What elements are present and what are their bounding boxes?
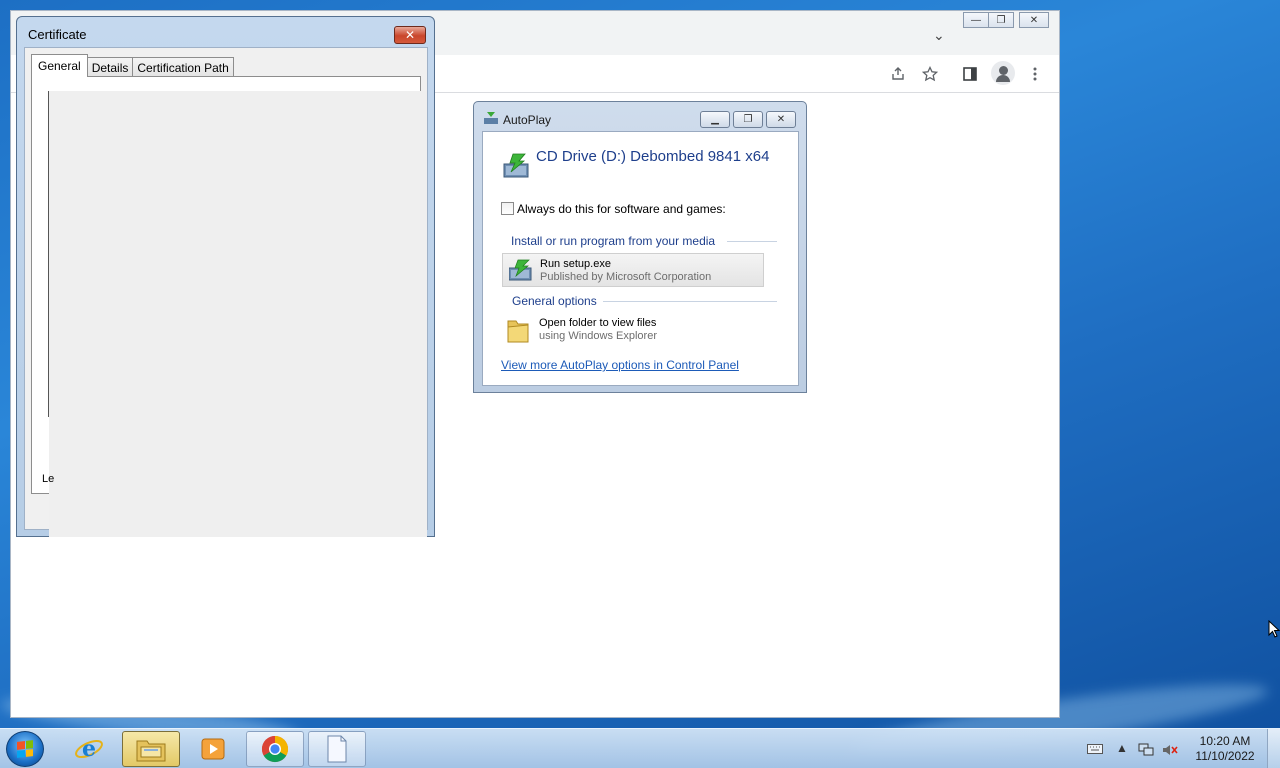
show-desktop-button[interactable] [1267, 729, 1280, 768]
run-setup-option[interactable]: Run setup.exe Published by Microsoft Cor… [502, 253, 764, 287]
run-setup-title: Run setup.exe [540, 258, 611, 270]
restore-icon: ❐ [996, 14, 1006, 26]
truncated-label: Le [42, 473, 55, 485]
section-divider [603, 301, 777, 302]
dialog-title: AutoPlay [503, 113, 552, 127]
autoplay-icon [484, 112, 498, 124]
tab-search-chevron-icon[interactable]: ⌄ [933, 27, 945, 44]
section-divider [727, 241, 777, 242]
always-do-this-label[interactable]: Always do this for software and games: [517, 202, 726, 216]
windows-logo-icon [17, 740, 33, 758]
open-folder-option[interactable]: Open folder to view files using Windows … [502, 313, 764, 347]
install-section-heading: Install or run program from your media [511, 234, 716, 248]
open-folder-subtitle: using Windows Explorer [539, 330, 657, 342]
maximize-icon: ❐ [743, 114, 753, 125]
tab-details[interactable]: Details [86, 57, 134, 77]
minimize-button[interactable]: — [963, 12, 989, 28]
tab-bar: General Details Certification Path [31, 54, 234, 77]
close-button[interactable]: ✕ [394, 26, 426, 44]
tab-general[interactable]: General [31, 54, 88, 77]
autoplay-dialog: AutoPlay ▁ ❐ ✕ CD Drive (D:) Debombed 98… [473, 101, 807, 393]
close-icon: ✕ [404, 28, 416, 42]
autoplay-content: CD Drive (D:) Debombed 9841 x64 Always d… [482, 131, 799, 386]
windows-explorer-icon [136, 740, 166, 762]
show-hidden-icons-button[interactable]: ▲ [1116, 741, 1128, 755]
bookmark-star-icon[interactable] [919, 63, 941, 85]
clock-date: 11/10/2022 [1195, 749, 1255, 763]
document-button[interactable] [308, 731, 366, 767]
open-folder-title: Open folder to view files [539, 317, 657, 329]
media-player-button[interactable] [184, 731, 242, 767]
volume-muted-icon[interactable] [1162, 743, 1178, 760]
run-setup-publisher: Published by Microsoft Corporation [540, 271, 712, 283]
clock-time: 10:20 AM [1199, 734, 1251, 748]
svg-text:e: e [82, 736, 96, 762]
close-button[interactable]: ✕ [766, 111, 796, 128]
mouse-cursor-icon [1268, 620, 1280, 638]
setup-icon [509, 259, 532, 281]
control-panel-link[interactable]: View more AutoPlay options in Control Pa… [501, 358, 739, 372]
close-icon: ✕ [776, 114, 786, 125]
taskbar: e ▲ 10:20 AM 11/10/2022 [0, 728, 1280, 768]
chrome-icon [261, 735, 289, 763]
internet-explorer-icon: e [75, 736, 103, 762]
document-icon [327, 735, 347, 763]
close-icon: ✕ [1029, 14, 1039, 26]
cd-drive-icon [503, 153, 529, 178]
minimize-icon: — [971, 14, 981, 26]
network-icon[interactable] [1138, 743, 1154, 760]
clock[interactable]: 10:20 AM 11/10/2022 [1192, 734, 1258, 764]
dialog-title: Certificate [28, 27, 87, 42]
keyboard-icon[interactable] [1087, 743, 1103, 757]
certificate-dialog: Certificate ✕ General Details Certificat… [16, 16, 435, 537]
menu-icon[interactable] [1024, 63, 1046, 85]
share-icon[interactable] [887, 63, 909, 85]
windows-explorer-button[interactable] [122, 731, 180, 767]
internet-explorer-button[interactable]: e [60, 731, 118, 767]
drive-label: CD Drive (D:) Debombed 9841 x64 [536, 148, 770, 165]
minimize-icon: ▁ [711, 114, 719, 125]
maximize-button[interactable]: ❐ [733, 111, 763, 128]
folder-icon [507, 320, 529, 343]
restore-button[interactable]: ❐ [988, 12, 1014, 28]
start-button[interactable] [6, 731, 44, 767]
media-player-icon [201, 738, 225, 760]
general-options-heading: General options [512, 294, 597, 308]
unrendered-area [49, 91, 427, 537]
always-do-this-checkbox[interactable] [501, 202, 514, 215]
tab-certification-path[interactable]: Certification Path [132, 57, 234, 77]
profile-icon[interactable] [991, 61, 1015, 85]
chrome-button[interactable] [246, 731, 304, 767]
minimize-button[interactable]: ▁ [700, 111, 730, 128]
side-panel-icon[interactable] [959, 63, 981, 85]
close-button[interactable]: ✕ [1019, 12, 1049, 28]
